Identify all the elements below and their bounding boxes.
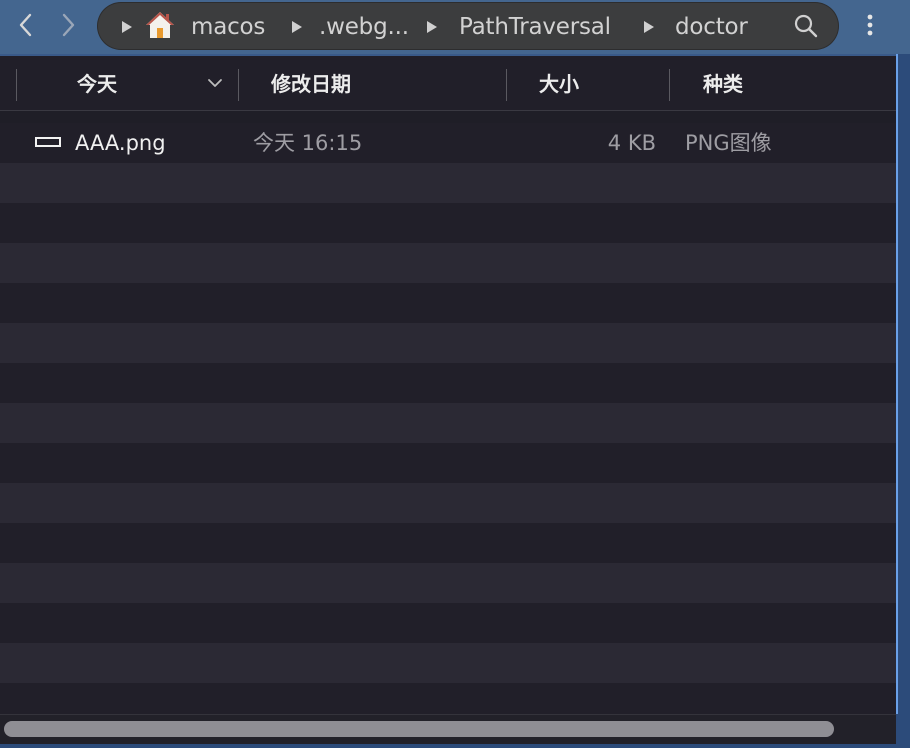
file-date: 今天 16:15 (253, 131, 363, 155)
chevron-down-icon[interactable] (207, 77, 223, 89)
scrollbar-thumb[interactable] (4, 721, 834, 737)
empty-row (0, 323, 896, 363)
breadcrumb-item[interactable]: macos (191, 13, 265, 41)
table-row[interactable]: AAA.png 今天 16:15 4 KB PNG图像 (0, 123, 896, 163)
empty-row (0, 283, 896, 323)
crumb-separator-icon (122, 21, 132, 33)
empty-row (0, 523, 896, 563)
rows-container: AAA.png 今天 16:15 4 KB PNG图像 (0, 123, 896, 714)
forward-button[interactable] (53, 10, 83, 40)
empty-row (0, 483, 896, 523)
window-edge-highlight (896, 54, 898, 714)
breadcrumb-item[interactable]: PathTraversal (459, 13, 611, 41)
column-divider[interactable] (506, 69, 507, 101)
finder-window: macos .webg... PathTraversal doctor 今天 修… (0, 0, 910, 748)
window-edge (0, 744, 910, 748)
empty-row (0, 443, 896, 483)
home-icon[interactable] (144, 9, 176, 41)
empty-row (0, 403, 896, 443)
breadcrumb-item[interactable]: .webg... (319, 13, 409, 41)
empty-row (0, 563, 896, 603)
vertical-ellipsis-icon[interactable] (856, 10, 884, 40)
chevron-right-icon (62, 13, 75, 37)
file-icon (35, 137, 61, 147)
horizontal-scrollbar[interactable] (0, 714, 896, 745)
empty-row (0, 363, 896, 403)
file-name: AAA.png (75, 131, 166, 155)
column-header: 今天 修改日期 大小 种类 (0, 56, 896, 111)
empty-row (0, 203, 896, 243)
chevron-left-icon (19, 13, 32, 37)
crumb-separator-icon (292, 21, 302, 33)
column-divider[interactable] (669, 69, 670, 101)
breadcrumb-item[interactable]: doctor (675, 13, 748, 41)
column-header-kind[interactable]: 种类 (703, 70, 743, 98)
back-button[interactable] (11, 10, 41, 40)
crumb-separator-icon (644, 21, 654, 33)
empty-row (0, 603, 896, 643)
crumb-separator-icon (427, 21, 437, 33)
search-icon[interactable] (792, 12, 820, 40)
column-divider[interactable] (238, 69, 239, 101)
column-divider[interactable] (16, 69, 17, 101)
path-bar[interactable]: macos .webg... PathTraversal doctor (97, 2, 839, 50)
file-kind: PNG图像 (685, 131, 772, 155)
file-list: 今天 修改日期 大小 种类 AAA.png 今天 16:15 4 KB PNG图… (0, 56, 896, 714)
column-header-name[interactable]: 今天 (77, 70, 117, 98)
empty-row (0, 643, 896, 683)
window-edge (896, 54, 910, 748)
column-header-size[interactable]: 大小 (539, 70, 579, 98)
empty-row (0, 163, 896, 203)
file-size: 4 KB (607, 131, 656, 155)
empty-row (0, 683, 896, 714)
toolbar: macos .webg... PathTraversal doctor (0, 0, 910, 54)
empty-row (0, 243, 896, 283)
column-header-date[interactable]: 修改日期 (271, 70, 351, 98)
